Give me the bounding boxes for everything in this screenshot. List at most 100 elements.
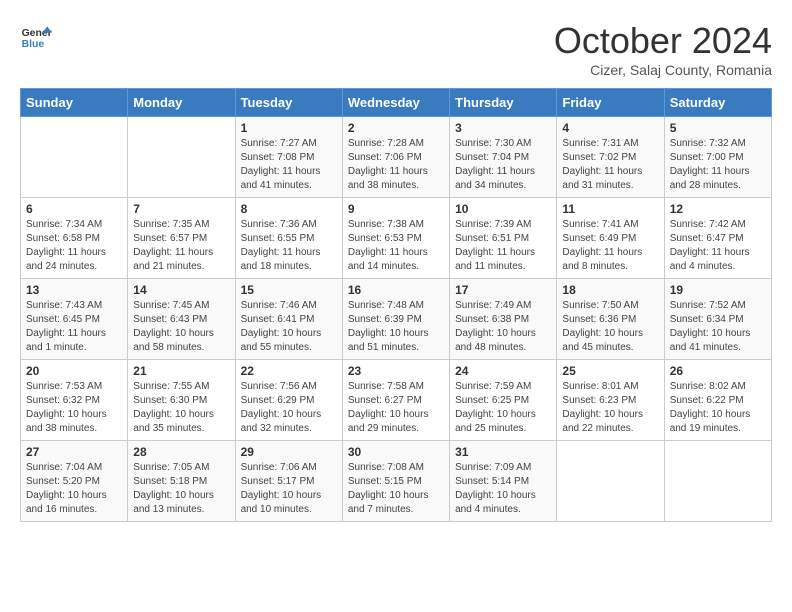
calendar-cell: 7Sunrise: 7:35 AM Sunset: 6:57 PM Daylig…	[128, 198, 235, 279]
day-number: 17	[455, 283, 551, 297]
day-info: Sunrise: 7:42 AM Sunset: 6:47 PM Dayligh…	[670, 218, 766, 274]
calendar-week-row: 20 Sunrise: 7:53 AM Sunset: 6:32 PM Dayli…	[21, 360, 772, 441]
calendar-cell: 6 Sunrise: 7:34 AM Sunset: 6:58 PM Daylig…	[21, 198, 128, 279]
day-number: 26	[670, 364, 766, 378]
day-info: Sunrise: 7:34 AM Sunset: 6:58 PM Dayligh…	[26, 218, 122, 274]
day-number: 23	[348, 364, 444, 378]
day-info: Sunrise: 7:28 AM Sunset: 7:06 PM Dayligh…	[348, 137, 444, 193]
logo: General Blue	[20, 20, 52, 52]
calendar-cell: 10 Sunrise: 7:39 AM Sunset: 6:51 PM Dayli…	[450, 198, 557, 279]
day-info: Sunrise: 7:55 AM Sunset: 6:30 PM Dayligh…	[133, 380, 229, 436]
day-number: 5	[670, 121, 766, 135]
day-number: 11	[562, 202, 658, 216]
day-number: 22	[241, 364, 337, 378]
day-number: 21	[133, 364, 229, 378]
calendar-cell: 3 Sunrise: 7:30 AM Sunset: 7:04 PM Daylig…	[450, 117, 557, 198]
day-of-week-header: Monday	[128, 89, 235, 117]
calendar-cell: 20 Sunrise: 7:53 AM Sunset: 6:32 PM Dayli…	[21, 360, 128, 441]
location-subtitle: Cizer, Salaj County, Romania	[554, 62, 772, 78]
day-number: 20	[26, 364, 122, 378]
day-info: Sunrise: 7:09 AM Sunset: 5:14 PM Dayligh…	[455, 461, 551, 517]
day-number: 19	[670, 283, 766, 297]
day-info: Sunrise: 7:45 AM Sunset: 6:43 PM Dayligh…	[133, 299, 229, 355]
day-info: Sunrise: 7:59 AM Sunset: 6:25 PM Dayligh…	[455, 380, 551, 436]
day-info: Sunrise: 7:05 AM Sunset: 5:18 PM Dayligh…	[133, 461, 229, 517]
day-number: 15	[241, 283, 337, 297]
day-info: Sunrise: 7:52 AM Sunset: 6:34 PM Dayligh…	[670, 299, 766, 355]
day-number: 28	[133, 445, 229, 459]
calendar-cell: 31 Sunrise: 7:09 AM Sunset: 5:14 PM Dayli…	[450, 441, 557, 522]
calendar-week-row: 1 Sunrise: 7:27 AM Sunset: 7:08 PM Daylig…	[21, 117, 772, 198]
day-number: 10	[455, 202, 551, 216]
day-info: Sunrise: 7:39 AM Sunset: 6:51 PM Dayligh…	[455, 218, 551, 274]
day-of-week-header: Thursday	[450, 89, 557, 117]
day-info: Sunrise: 7:08 AM Sunset: 5:15 PM Dayligh…	[348, 461, 444, 517]
day-info: Sunrise: 7:36 AM Sunset: 6:55 PM Dayligh…	[241, 218, 337, 274]
day-number: 16	[348, 283, 444, 297]
day-info: Sunrise: 7:35 AM Sunset: 6:57 PM Dayligh…	[133, 218, 229, 274]
calendar-week-row: 6 Sunrise: 7:34 AM Sunset: 6:58 PM Daylig…	[21, 198, 772, 279]
month-title: October 2024	[554, 20, 772, 62]
day-number: 24	[455, 364, 551, 378]
calendar-cell: 18 Sunrise: 7:50 AM Sunset: 6:36 PM Dayli…	[557, 279, 664, 360]
day-number: 9	[348, 202, 444, 216]
day-of-week-header: Tuesday	[235, 89, 342, 117]
day-number: 25	[562, 364, 658, 378]
calendar-cell: 2Sunrise: 7:28 AM Sunset: 7:06 PM Daylig…	[342, 117, 449, 198]
day-number: 4	[562, 121, 658, 135]
calendar-cell: 9 Sunrise: 7:38 AM Sunset: 6:53 PM Daylig…	[342, 198, 449, 279]
day-number: 13	[26, 283, 122, 297]
day-info: Sunrise: 7:38 AM Sunset: 6:53 PM Dayligh…	[348, 218, 444, 274]
calendar-cell: 26 Sunrise: 8:02 AM Sunset: 6:22 PM Dayli…	[664, 360, 771, 441]
calendar-cell: 22Sunrise: 7:56 AM Sunset: 6:29 PM Dayli…	[235, 360, 342, 441]
day-number: 30	[348, 445, 444, 459]
day-number: 29	[241, 445, 337, 459]
calendar-cell: 27Sunrise: 7:04 AM Sunset: 5:20 PM Dayli…	[21, 441, 128, 522]
title-area: October 2024 Cizer, Salaj County, Romani…	[554, 20, 772, 78]
day-number: 27	[26, 445, 122, 459]
day-of-week-header: Sunday	[21, 89, 128, 117]
svg-text:Blue: Blue	[22, 39, 45, 50]
calendar-cell: 29 Sunrise: 7:06 AM Sunset: 5:17 PM Dayli…	[235, 441, 342, 522]
calendar-week-row: 13 Sunrise: 7:43 AM Sunset: 6:45 PM Dayli…	[21, 279, 772, 360]
day-info: Sunrise: 8:02 AM Sunset: 6:22 PM Dayligh…	[670, 380, 766, 436]
day-number: 6	[26, 202, 122, 216]
day-of-week-header: Friday	[557, 89, 664, 117]
calendar-header-row: SundayMondayTuesdayWednesdayThursdayFrid…	[21, 89, 772, 117]
calendar-cell	[557, 441, 664, 522]
day-info: Sunrise: 7:32 AM Sunset: 7:00 PM Dayligh…	[670, 137, 766, 193]
day-info: Sunrise: 7:46 AM Sunset: 6:41 PM Dayligh…	[241, 299, 337, 355]
page-header: General Blue October 2024 Cizer, Salaj C…	[20, 20, 772, 78]
day-info: Sunrise: 7:06 AM Sunset: 5:17 PM Dayligh…	[241, 461, 337, 517]
calendar-cell: 4Sunrise: 7:31 AM Sunset: 7:02 PM Daylig…	[557, 117, 664, 198]
calendar-cell: 12Sunrise: 7:42 AM Sunset: 6:47 PM Dayli…	[664, 198, 771, 279]
calendar-cell: 5 Sunrise: 7:32 AM Sunset: 7:00 PM Daylig…	[664, 117, 771, 198]
day-number: 31	[455, 445, 551, 459]
day-number: 8	[241, 202, 337, 216]
day-of-week-header: Wednesday	[342, 89, 449, 117]
day-number: 3	[455, 121, 551, 135]
day-info: Sunrise: 7:43 AM Sunset: 6:45 PM Dayligh…	[26, 299, 122, 355]
calendar-cell: 16 Sunrise: 7:48 AM Sunset: 6:39 PM Dayli…	[342, 279, 449, 360]
day-info: Sunrise: 7:27 AM Sunset: 7:08 PM Dayligh…	[241, 137, 337, 193]
day-info: Sunrise: 7:30 AM Sunset: 7:04 PM Dayligh…	[455, 137, 551, 193]
day-number: 18	[562, 283, 658, 297]
day-info: Sunrise: 7:53 AM Sunset: 6:32 PM Dayligh…	[26, 380, 122, 436]
day-number: 14	[133, 283, 229, 297]
day-info: Sunrise: 7:50 AM Sunset: 6:36 PM Dayligh…	[562, 299, 658, 355]
day-info: Sunrise: 7:41 AM Sunset: 6:49 PM Dayligh…	[562, 218, 658, 274]
calendar-cell	[21, 117, 128, 198]
logo-icon: General Blue	[20, 20, 52, 52]
calendar-cell	[664, 441, 771, 522]
calendar-cell: 25Sunrise: 8:01 AM Sunset: 6:23 PM Dayli…	[557, 360, 664, 441]
calendar-cell: 19 Sunrise: 7:52 AM Sunset: 6:34 PM Dayli…	[664, 279, 771, 360]
calendar-cell: 13 Sunrise: 7:43 AM Sunset: 6:45 PM Dayli…	[21, 279, 128, 360]
day-info: Sunrise: 7:48 AM Sunset: 6:39 PM Dayligh…	[348, 299, 444, 355]
calendar-week-row: 27Sunrise: 7:04 AM Sunset: 5:20 PM Dayli…	[21, 441, 772, 522]
calendar-cell	[128, 117, 235, 198]
calendar-cell: 23Sunrise: 7:58 AM Sunset: 6:27 PM Dayli…	[342, 360, 449, 441]
calendar-cell: 11 Sunrise: 7:41 AM Sunset: 6:49 PM Dayli…	[557, 198, 664, 279]
calendar-cell: 21 Sunrise: 7:55 AM Sunset: 6:30 PM Dayli…	[128, 360, 235, 441]
calendar-body: 1 Sunrise: 7:27 AM Sunset: 7:08 PM Daylig…	[21, 117, 772, 522]
day-number: 1	[241, 121, 337, 135]
